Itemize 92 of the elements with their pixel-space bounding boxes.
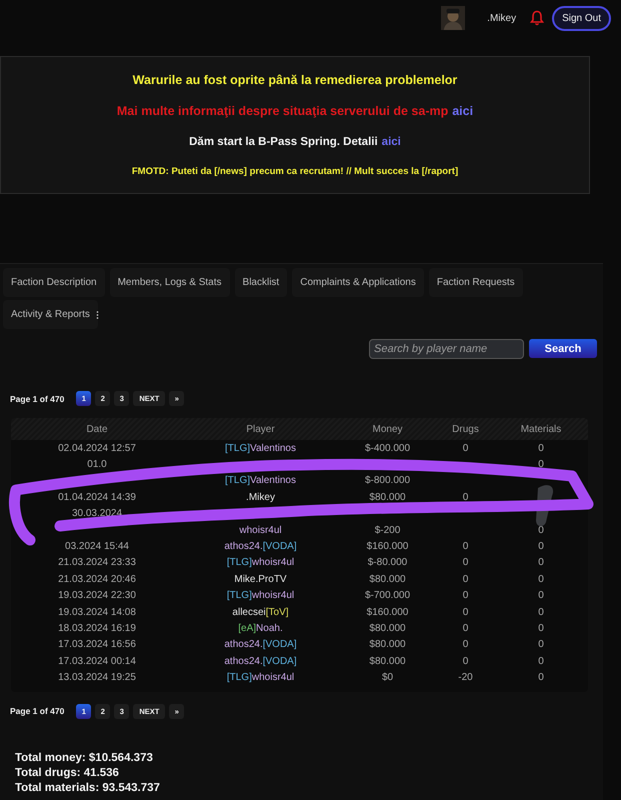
table-cell: 0 (462, 606, 468, 618)
table-cell: $-800.000 (364, 475, 410, 486)
table-cell: $80.000 (369, 656, 406, 667)
tab[interactable]: Members, Logs & Stats (110, 268, 230, 297)
table-cell: $160.000 (366, 606, 408, 618)
table-cell: 19.03.2024 14:08 (58, 606, 136, 618)
table-cell: $-400.000 (364, 442, 410, 454)
announcement: Dăm start la B-Pass Spring. Detalii aici (188, 135, 402, 150)
table-cell: .Mikey (246, 492, 275, 503)
table-cell: athos24.[VODA] (224, 541, 297, 552)
table-cell: 17.03.2024 00:14 (58, 656, 136, 667)
table-cell: 21.03.2024 23:33 (58, 557, 136, 568)
announcement: Mai multe informaţii despre situaţia serverului de sa-mp aici (116, 103, 474, 120)
table-cell: 0 (538, 656, 544, 667)
table-cell: 18.03.2024 16:19 (58, 622, 136, 634)
table-cell: whoisr4ul (239, 524, 282, 536)
table-cell: 0 (538, 459, 544, 470)
table-cell: athos24.[VODA] (224, 656, 297, 667)
link[interactable]: aici (452, 104, 474, 118)
table-cell: 0 (462, 622, 468, 634)
table-cell: [TLG]Valentinos (225, 442, 296, 454)
avatar[interactable] (441, 6, 466, 30)
sign-out-button[interactable]: Sign Out (552, 6, 611, 30)
dots-icon (96, 311, 99, 319)
column-header: Money (371, 422, 404, 436)
tab[interactable]: Complaints & Applications (292, 268, 424, 297)
page-info: Page 1 of 470 (10, 394, 64, 404)
table-cell: -20 (458, 672, 473, 684)
link[interactable]: aici (382, 136, 401, 148)
table-cell: 21.03.2024 20:46 (58, 574, 136, 585)
column-header: Drugs (451, 422, 480, 436)
table-cell: 19.03.2024 22:30 (58, 590, 136, 602)
table-cell: athos24.[VODA] (224, 639, 297, 650)
column-header: Date (85, 422, 109, 436)
table-cell: 0 (538, 557, 544, 568)
table-cell: $160.000 (366, 541, 408, 552)
table-cell: 0 (538, 574, 544, 585)
table-cell: [TLG]whoisr4ul (226, 557, 294, 568)
search-button[interactable]: Search (529, 339, 597, 358)
tab[interactable]: Faction Description (3, 268, 105, 297)
announcement: Warurile au fost oprite până la remedierea problemelor (132, 72, 458, 89)
table-cell: 0 (462, 492, 468, 503)
table-cell: $80.000 (369, 622, 406, 634)
table-cell: $0 (382, 672, 394, 684)
table-cell: $80.000 (369, 639, 406, 650)
announcement: FMOTD: Puteti da [/news] precum ca recrutam! // Mult succes la [/raport] (130, 165, 460, 179)
table-cell: $-200 (374, 524, 400, 536)
table-cell: 13.03.2024 19:25 (58, 672, 136, 684)
table-cell: 02.04.2024 12:57 (58, 442, 136, 454)
table-cell: 0 (462, 442, 468, 454)
table-cell: $80.000 (369, 492, 406, 503)
table-cell: 0 (462, 590, 468, 602)
table-cell: [eA]Noah. (238, 622, 283, 634)
table-cell: [TLG]whoisr4ul (226, 672, 294, 684)
table-cell: 30.03.2024 (72, 508, 122, 520)
table-cell: $80.000 (369, 574, 406, 585)
username[interactable]: .Mikey (487, 12, 516, 24)
total-line: Total money: $10.564.373 (15, 750, 154, 766)
table-cell: 0 (538, 541, 544, 552)
table-cell: 17.03.2024 16:56 (58, 639, 136, 650)
table-cell: [TLG]Valentinos (225, 475, 296, 486)
page-info: Page 1 of 470 (10, 706, 64, 716)
tab[interactable]: Faction Requests (428, 268, 523, 297)
total-line: Total drugs: 41.536 (15, 766, 120, 781)
table-cell: 0 (538, 606, 544, 618)
table-cell: $-80.000 (368, 557, 408, 568)
table-cell: allecsei[ToV] (232, 606, 289, 618)
tab[interactable]: Blacklist (234, 268, 288, 297)
tab[interactable]: Activity & Reports (3, 300, 98, 329)
table-cell: Mike.ProTV (234, 574, 287, 585)
table-cell: 01.0 (87, 459, 107, 470)
table-cell: 0 (538, 442, 544, 454)
table-cell: 0 (538, 639, 544, 650)
column-header: Player (245, 422, 276, 436)
table-cell: 0 (538, 524, 544, 536)
smudge-mark (536, 485, 554, 526)
table-cell: 0 (462, 557, 468, 568)
table-cell: 01.04.2024 14:39 (58, 492, 136, 503)
search-field[interactable]: Search by player name (369, 339, 524, 359)
total-line: Total materials: 93.543.737 (15, 780, 161, 796)
table-cell: 0 (538, 590, 544, 602)
table-cell: 0 (462, 639, 468, 650)
table-cell: 0 (462, 574, 468, 585)
table-cell: 03.2024 15:44 (65, 541, 129, 552)
table-cell: 0 (462, 541, 468, 552)
table-cell: $-700.000 (364, 590, 410, 602)
column-header: Materials (520, 422, 562, 436)
table-cell: 0 (462, 656, 468, 667)
bell-icon[interactable] (530, 10, 544, 26)
table-cell: [TLG]whoisr4ul (226, 590, 294, 602)
table-cell: 0 (538, 672, 544, 684)
table-cell: 0 (538, 622, 544, 634)
